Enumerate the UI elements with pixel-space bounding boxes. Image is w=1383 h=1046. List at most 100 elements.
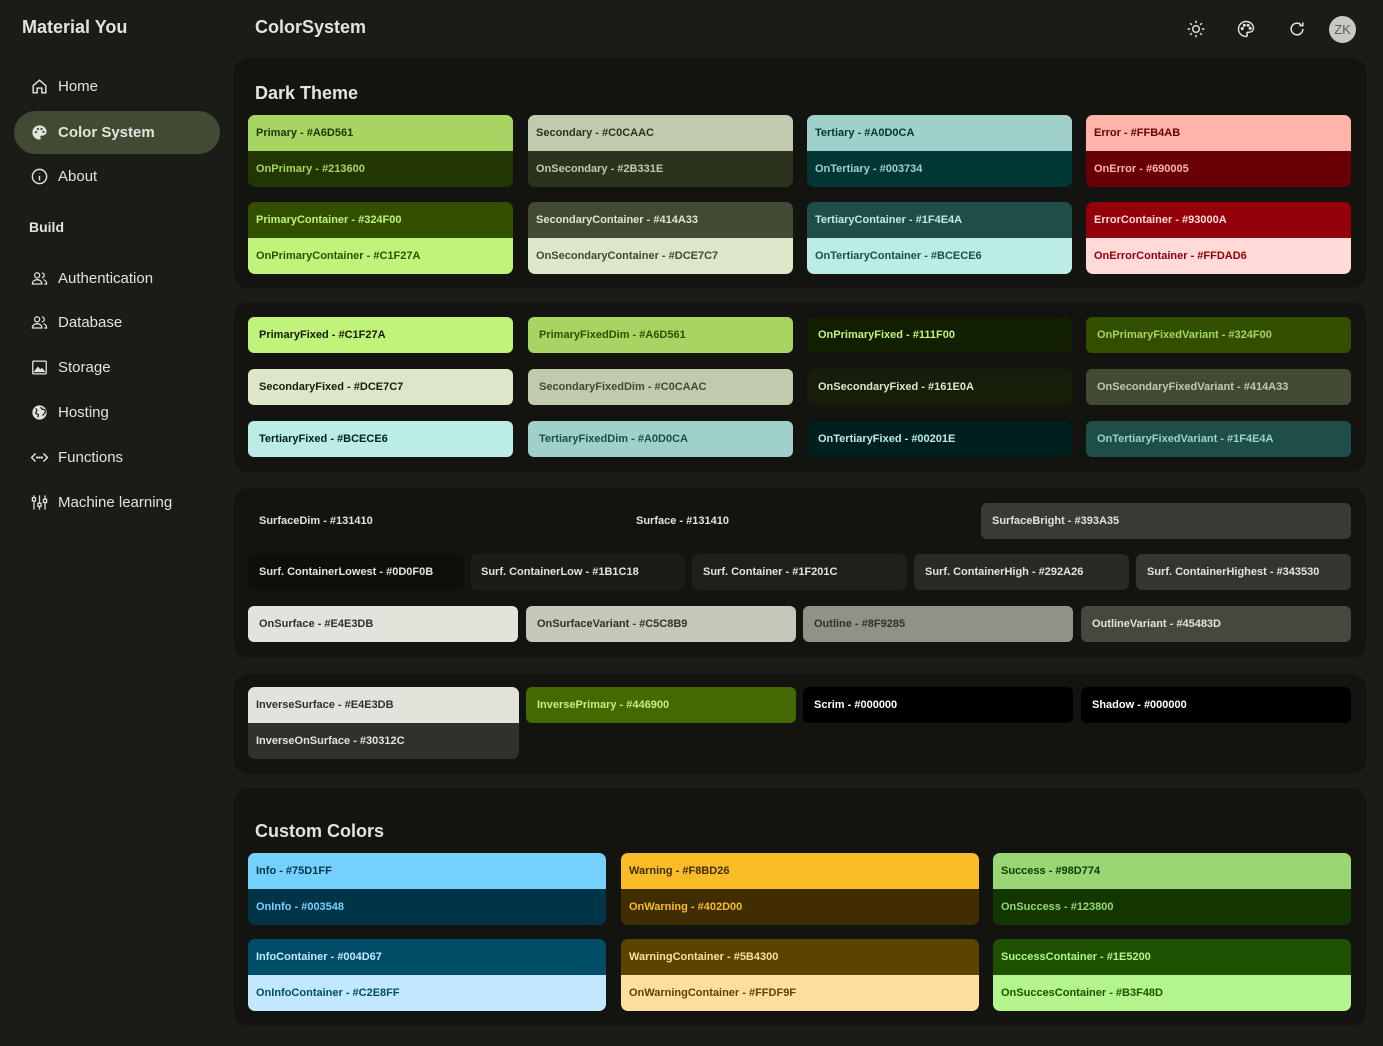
palette-icon	[29, 123, 49, 143]
secondarycontainer-swatch[interactable]: SecondaryContainer - #414A33	[528, 202, 793, 238]
nav-item-functions[interactable]: Functions	[14, 436, 220, 479]
surfacebright-swatch[interactable]: SurfaceBright - #393A35	[981, 503, 1351, 539]
secondaryfixeddim-swatch[interactable]: SecondaryFixedDim - #C0CAAC	[528, 369, 793, 405]
nav-item-about[interactable]: About	[14, 155, 220, 198]
warning-swatch-pair[interactable]: Warning - #F8BD26 OnWarning - #402D00	[621, 853, 979, 925]
surf-containerlowest-swatch[interactable]: Surf. ContainerLowest - #0D0F0B	[248, 554, 463, 590]
ontertiaryfixed-swatch[interactable]: OnTertiaryFixed - #00201E	[807, 421, 1072, 457]
onsurfacevariant-swatch[interactable]: OnSurfaceVariant - #C5C8B9	[526, 606, 796, 642]
surf-containerhighest-swatch[interactable]: Surf. ContainerHighest - #343530	[1136, 554, 1351, 590]
tertiaryfixeddim-swatch[interactable]: TertiaryFixedDim - #A0D0CA	[528, 421, 793, 457]
image-icon	[29, 358, 49, 378]
onerrorcontainer-swatch[interactable]: OnErrorContainer - #FFDAD6	[1086, 238, 1351, 274]
warningcontainer-swatch-pair[interactable]: WarningContainer - #5B4300 OnWarningConta…	[621, 939, 979, 1011]
tertiarycontainer-swatch-pair[interactable]: TertiaryContainer - #1F4E4A OnTertiaryCon…	[807, 202, 1072, 274]
primarycontainer-swatch-pair[interactable]: PrimaryContainer - #324F00 OnPrimaryConta…	[248, 202, 513, 274]
secondary-swatch[interactable]: Secondary - #C0CAAC	[528, 115, 793, 151]
inversesurface-swatch[interactable]: InverseSurface - #E4E3DB	[248, 687, 519, 723]
surf-containerhigh-swatch[interactable]: Surf. ContainerHigh - #292A26	[914, 554, 1129, 590]
info-swatch-pair[interactable]: Info - #75D1FF OnInfo - #003548	[248, 853, 606, 925]
nav-item-authentication[interactable]: Authentication	[14, 257, 220, 300]
surfacedim-swatch[interactable]: SurfaceDim - #131410	[248, 503, 610, 539]
onprimaryfixedvariant-swatch[interactable]: OnPrimaryFixedVariant - #324F00	[1086, 317, 1351, 353]
onprimaryfixed-swatch[interactable]: OnPrimaryFixed - #111F00	[807, 317, 1072, 353]
avatar[interactable]: ZK	[1329, 16, 1356, 43]
errorcontainer-swatch[interactable]: ErrorContainer - #93000A	[1086, 202, 1351, 238]
nav-item-database[interactable]: Database	[14, 301, 220, 344]
onsecondary-swatch[interactable]: OnSecondary - #2B331E	[528, 151, 793, 187]
nav-item-storage[interactable]: Storage	[14, 346, 220, 389]
primary-swatch-pair[interactable]: Primary - #A6D561 OnPrimary - #213600	[248, 115, 513, 187]
onsurface-swatch[interactable]: OnSurface - #E4E3DB	[248, 606, 518, 642]
custom-colors-title: Custom Colors	[255, 821, 385, 841]
secondary-swatch-pair[interactable]: Secondary - #C0CAAC OnSecondary - #2B331E	[528, 115, 793, 187]
scrim-swatch[interactable]: Scrim - #000000	[803, 687, 1073, 723]
onprimarycontainer-swatch[interactable]: OnPrimaryContainer - #C1F27A	[248, 238, 513, 274]
tertiarycontainer-swatch[interactable]: TertiaryContainer - #1F4E4A	[807, 202, 1072, 238]
outline-swatch[interactable]: Outline - #8F9285	[803, 606, 1073, 642]
primarycontainer-swatch[interactable]: PrimaryContainer - #324F00	[248, 202, 513, 238]
tertiaryfixed-swatch[interactable]: TertiaryFixed - #BCECE6	[248, 421, 513, 457]
page-title: ColorSystem	[255, 17, 367, 37]
nav-item-home[interactable]: Home	[14, 65, 220, 108]
infocontainer-swatch[interactable]: InfoContainer - #004D67	[248, 939, 606, 975]
refresh-icon[interactable]	[1283, 15, 1311, 43]
outlinevariant-swatch[interactable]: OutlineVariant - #45483D	[1081, 606, 1351, 642]
oninfocontainer-swatch[interactable]: OnInfoContainer - #C2E8FF	[248, 975, 606, 1011]
success-swatch[interactable]: Success - #98D774	[993, 853, 1351, 889]
surface-swatch[interactable]: Surface - #131410	[625, 503, 967, 539]
info-swatch[interactable]: Info - #75D1FF	[248, 853, 606, 889]
onerror-swatch[interactable]: OnError - #690005	[1086, 151, 1351, 187]
successcontainer-swatch-pair[interactable]: SuccessContainer - #1E5200 OnSuccesContai…	[993, 939, 1351, 1011]
secondaryfixed-swatch[interactable]: SecondaryFixed - #DCE7C7	[248, 369, 513, 405]
inverseprimary-swatch[interactable]: InversePrimary - #446900	[526, 687, 796, 723]
brand-title: Material You	[22, 17, 128, 37]
infocontainer-swatch-pair[interactable]: InfoContainer - #004D67 OnInfoContainer -…	[248, 939, 606, 1011]
code-icon	[29, 448, 49, 468]
onsecondaryfixed-swatch[interactable]: OnSecondaryFixed - #161E0A	[807, 369, 1072, 405]
error-swatch-pair[interactable]: Error - #FFB4AB OnError - #690005	[1086, 115, 1351, 187]
primaryfixeddim-swatch[interactable]: PrimaryFixedDim - #A6D561	[528, 317, 793, 353]
inverseonsurface-swatch[interactable]: InverseOnSurface - #30312C	[248, 723, 519, 759]
ontertiaryfixedvariant-swatch[interactable]: OnTertiaryFixedVariant - #1F4E4A	[1086, 421, 1351, 457]
success-swatch-pair[interactable]: Success - #98D774 OnSuccess - #123800	[993, 853, 1351, 925]
onwarningcontainer-swatch[interactable]: OnWarningContainer - #FFDF9F	[621, 975, 979, 1011]
successcontainer-swatch[interactable]: SuccessContainer - #1E5200	[993, 939, 1351, 975]
warning-swatch[interactable]: Warning - #F8BD26	[621, 853, 979, 889]
onwarning-swatch[interactable]: OnWarning - #402D00	[621, 889, 979, 925]
surface-colors-panel: SurfaceDim - #131410 Surface - #131410 Sur…	[234, 488, 1366, 658]
surf-containerlow-swatch[interactable]: Surf. ContainerLow - #1B1C18	[470, 554, 685, 590]
onsecondarycontainer-swatch[interactable]: OnSecondaryContainer - #DCE7C7	[528, 238, 793, 274]
ontertiarycontainer-swatch[interactable]: OnTertiaryContainer - #BCECE6	[807, 238, 1072, 274]
onsuccescontainer-swatch[interactable]: OnSuccesContainer - #B3F48D	[993, 975, 1351, 1011]
onprimary-swatch[interactable]: OnPrimary - #213600	[248, 151, 513, 187]
ontertiary-swatch[interactable]: OnTertiary - #003734	[807, 151, 1072, 187]
tertiary-swatch[interactable]: Tertiary - #A0D0CA	[807, 115, 1072, 151]
errorcontainer-swatch-pair[interactable]: ErrorContainer - #93000A OnErrorContainer…	[1086, 202, 1351, 274]
tune-icon	[29, 493, 49, 513]
onsuccess-swatch[interactable]: OnSuccess - #123800	[993, 889, 1351, 925]
dark-theme-panel: Dark Theme Primary - #A6D561 OnPrimary - …	[234, 58, 1366, 288]
primary-swatch[interactable]: Primary - #A6D561	[248, 115, 513, 151]
primaryfixed-swatch[interactable]: PrimaryFixed - #C1F27A	[248, 317, 513, 353]
nav-item-label: Machine learning	[58, 494, 173, 511]
oninfo-swatch[interactable]: OnInfo - #003548	[248, 889, 606, 925]
secondarycontainer-swatch-pair[interactable]: SecondaryContainer - #414A33 OnSecondaryC…	[528, 202, 793, 274]
build-section-label: Build	[29, 219, 64, 235]
info-icon	[29, 167, 49, 187]
onsecondaryfixedvariant-swatch[interactable]: OnSecondaryFixedVariant - #414A33	[1086, 369, 1351, 405]
nav-item-hosting[interactable]: Hosting	[14, 391, 220, 434]
warningcontainer-swatch[interactable]: WarningContainer - #5B4300	[621, 939, 979, 975]
error-swatch[interactable]: Error - #FFB4AB	[1086, 115, 1351, 151]
globe-icon	[29, 403, 49, 423]
surf-container-swatch[interactable]: Surf. Container - #1F201C	[692, 554, 907, 590]
sun-icon[interactable]	[1182, 15, 1210, 43]
palette-icon[interactable]	[1232, 15, 1260, 43]
nav-item-color-system[interactable]: Color System	[14, 111, 220, 154]
nav-item-label: Database	[58, 314, 123, 331]
tertiary-swatch-pair[interactable]: Tertiary - #A0D0CA OnTertiary - #003734	[807, 115, 1072, 187]
inversesurface-swatch-pair[interactable]: InverseSurface - #E4E3DB InverseOnSurface…	[248, 687, 519, 759]
shadow-swatch[interactable]: Shadow - #000000	[1081, 687, 1351, 723]
nav-item-label: Color System	[58, 124, 155, 141]
nav-item-machine-learning[interactable]: Machine learning	[14, 481, 220, 524]
